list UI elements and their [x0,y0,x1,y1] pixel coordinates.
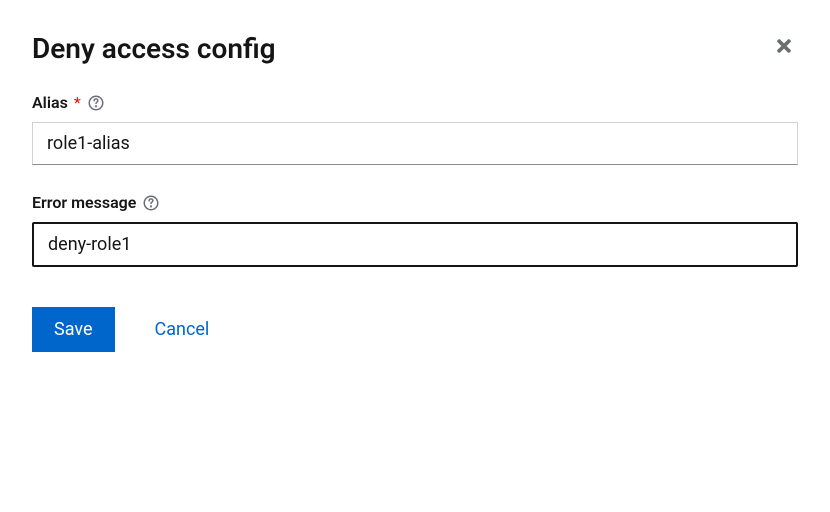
save-button[interactable]: Save [32,307,115,352]
alias-label-row: Alias * [32,93,798,112]
close-icon [774,36,794,59]
close-button[interactable] [770,32,798,63]
alias-form-group: Alias * [32,93,798,165]
error-message-form-group: Error message [32,193,798,267]
dialog-header: Deny access config [32,32,798,65]
help-icon[interactable] [142,194,160,212]
cancel-button[interactable]: Cancel [155,319,210,340]
error-message-label-row: Error message [32,193,798,212]
error-message-label: Error message [32,193,136,212]
required-indicator: * [74,93,81,112]
help-icon[interactable] [87,94,105,112]
error-message-input[interactable] [32,222,798,267]
alias-label: Alias [32,93,68,112]
alias-input[interactable] [32,122,798,165]
dialog-actions: Save Cancel [32,307,798,352]
dialog-title: Deny access config [32,32,276,65]
